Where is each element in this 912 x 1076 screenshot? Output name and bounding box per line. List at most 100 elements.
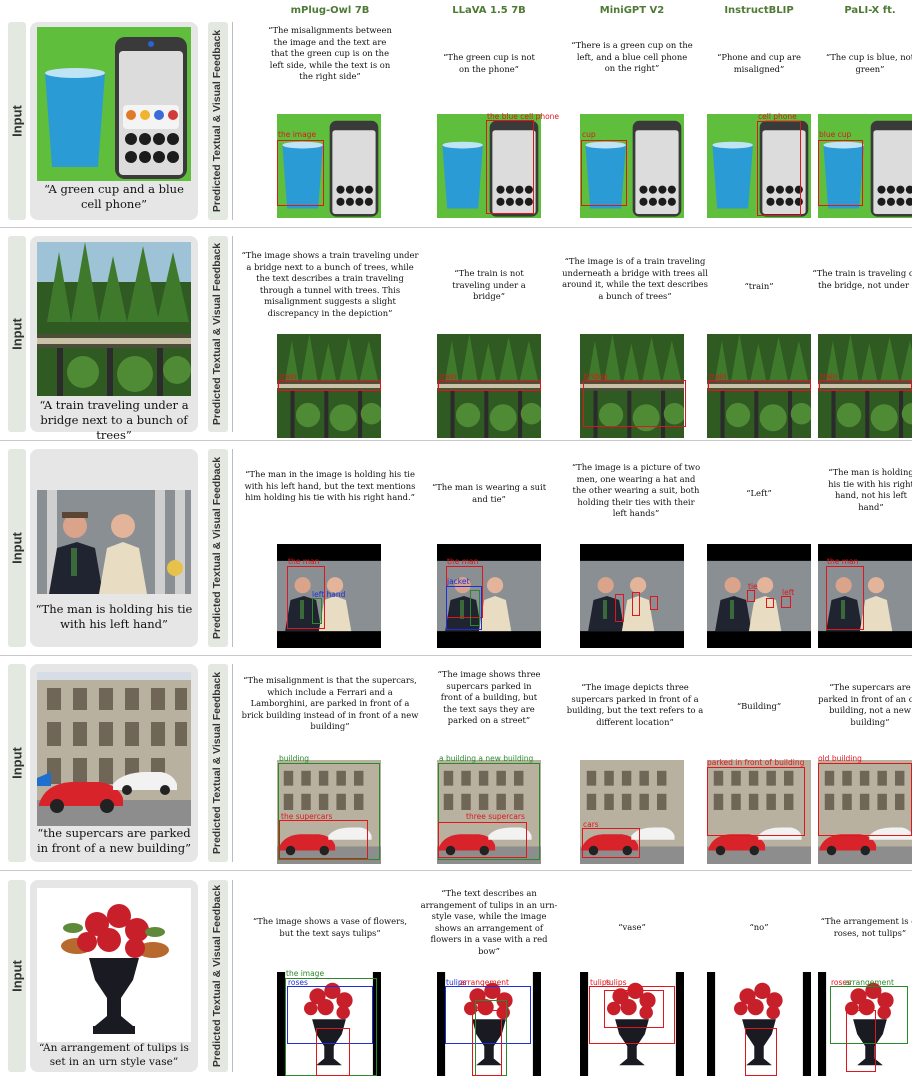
bbox-red [819,380,912,391]
bbox-red [781,596,791,608]
model-title-minigpt: MiniGPT V2 [599,5,665,16]
bbox-red [278,380,381,391]
bbox-label: tulips [606,978,627,987]
feedback-text-palix: “The train is traveling over the bridge,… [812,268,912,290]
bbox-red [747,590,755,602]
bbox-red [826,566,864,630]
bbox-label: building [279,754,310,763]
feedback-text-mplug: “The misalignments between the image and… [268,25,392,81]
bbox-green [312,598,322,624]
bbox-label: parked in front of building [707,758,805,767]
bbox-red [818,140,863,206]
feedback-text-instructblip: “no” [749,922,769,932]
input-image-train-bridge [37,242,191,396]
feedback-text-mplug: “The misalignment is that the supercars,… [241,675,419,731]
bbox-red [438,380,541,391]
input-image-man-tie [37,490,191,594]
model-title-mplug-owl: mPlug-Owl 7B [290,5,370,16]
bbox-label: the man [447,557,479,566]
bbox-label: train [709,372,727,381]
bbox-red [766,598,774,608]
bbox-label: train [820,372,838,381]
feedback-text-instructblip: “train” [744,281,774,291]
bbox-red [486,120,534,214]
bbox-label: three supercars [466,812,525,821]
feedback-tab: Predicted Textual & Visual Feedback [208,236,228,432]
bbox-red [583,380,686,427]
bbox-label: the supercars [281,812,333,821]
feedback-text-minigpt: “The image depicts three supercars parke… [566,682,704,727]
bbox-label: the man [288,557,320,566]
input-caption: “A train traveling under a bridge next t… [39,398,189,442]
feedback-text-palix: “The arrangement is of roses, not tulips… [820,916,912,938]
bbox-red [279,820,368,859]
feedback-tab: Predicted Textual & Visual Feedback [208,449,228,647]
supercars-illustration [37,672,191,826]
bbox-red [650,596,658,610]
bbox-label: tie [748,582,758,591]
feedback-tab: Predicted Textual & Visual Feedback [208,664,228,862]
input-tab: Input [8,449,26,647]
feedback-divider [232,22,233,220]
bbox-red [316,1028,350,1076]
input-tab: Input [8,880,26,1072]
input-caption: “An arrangement of tulips is set in an u… [39,1042,189,1068]
row-separator [0,870,912,871]
bbox-label: a building a new building [439,754,534,763]
input-caption: “the supercars are parked in front of a … [37,826,191,855]
bbox-label: the man [827,557,859,566]
tulips-vase-illustration [37,888,191,1042]
input-panel: “A green cup and a blue cell phone” [30,22,198,220]
bbox-label: roses [288,978,308,987]
bbox-label: train [279,372,297,381]
feedback-text-instructblip: “Phone and cup are misaligned” [717,52,801,74]
feedback-text-mplug: “The image shows a train traveling under… [241,250,419,318]
bbox-label: jacket [447,577,470,586]
input-panel: “the supercars are parked in front of a … [30,664,198,862]
feedback-divider [232,880,233,1072]
feedback-text-mplug: “The man in the image is holding his tie… [244,469,416,502]
thumb-man-instructblip [707,544,811,648]
feedback-text-palix: “The supercars are parked in front of an… [818,682,912,727]
feedback-text-llava: “The man is wearing a suit and tie” [431,482,547,504]
model-title-palix: PaLI-X ft. [844,5,896,16]
input-caption: “The man is holding his tie with his lef… [35,602,193,631]
row-separator [0,227,912,228]
model-title-llava: LLaVA 1.5 7B [452,5,526,16]
train-bridge-illustration [37,242,191,396]
feedback-text-llava: “The image shows three supercars parked … [437,669,541,725]
bbox-label: cup [582,130,596,139]
input-caption: “A green cup and a blue cell phone” [44,182,184,211]
input-image-tulips-vase [37,888,191,1042]
feedback-text-minigpt: “vase” [618,922,646,932]
input-panel: “An arrangement of tulips is set in an u… [30,880,198,1072]
bbox-red [745,1028,777,1076]
feedback-text-llava: “The train is not traveling under a brid… [452,268,526,301]
bbox-label: left [782,588,795,597]
feedback-tab: Predicted Textual & Visual Feedback [208,880,228,1072]
feedback-text-minigpt: “There is a green cup on the left, and a… [571,40,693,73]
input-panel: “The man is holding his tie with his lef… [30,449,198,647]
bbox-red [615,594,624,622]
feedback-text-minigpt: “The image is a picture of two men, one … [571,462,701,518]
bbox-red [708,380,811,391]
feedback-divider [232,664,233,862]
input-tab: Input [8,22,26,220]
bbox-label: bridge [584,372,609,381]
input-panel: “A train traveling under a bridge next t… [30,236,198,442]
bbox-label: the blue cell phone [487,112,560,121]
input-tab: Input [8,236,26,432]
feedback-divider [232,236,233,432]
bbox-label: arrangement [460,978,509,987]
input-image-supercars [37,672,191,826]
feedback-text-instructblip: “Left” [746,488,772,498]
feedback-text-mplug: “The image shows a vase of flowers, but … [252,916,408,938]
feedback-text-instructblip: “Building” [736,701,782,711]
bbox-label: train [439,372,457,381]
bbox-red [472,1010,502,1076]
feedback-text-palix: “The man is holding his tie with his rig… [828,467,912,512]
input-tab: Input [8,664,26,862]
bbox-red [818,763,912,836]
feedback-tab: Predicted Textual & Visual Feedback [208,22,228,220]
bbox-red [438,822,527,858]
